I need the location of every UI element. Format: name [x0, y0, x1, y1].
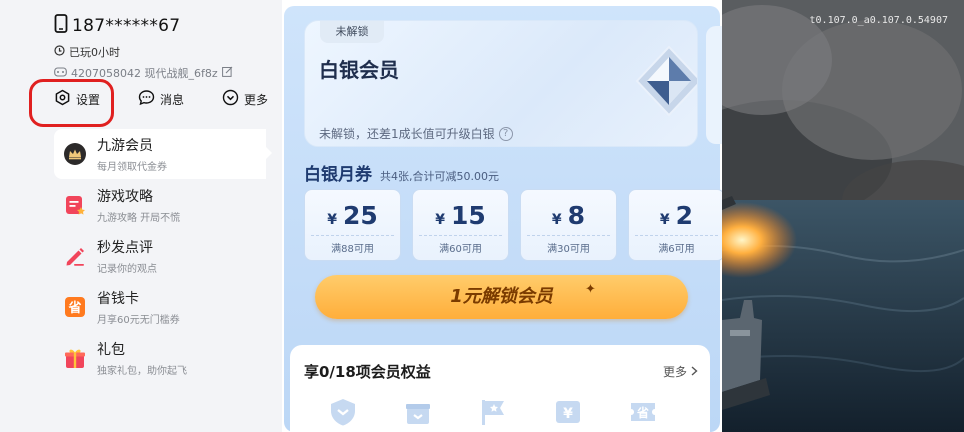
coupon-amount: 15 [450, 201, 486, 230]
coupon-header: 白银月券 共4张,合计可减50.00元 [304, 160, 499, 185]
membership-panel: 未解锁 白银会员 未解锁，还差1成长值可升级白银 ? 白银月券 共4张,合计可减… [282, 0, 722, 432]
benefits-more-link[interactable]: 更多 [663, 363, 698, 380]
gift-box-benefit-icon[interactable] [403, 397, 433, 427]
pen-icon [63, 244, 87, 268]
menu-item-gift-pack[interactable]: 礼包 独家礼包，助你起飞 [54, 333, 266, 383]
phone-icon [54, 14, 68, 37]
coupon-divider [419, 235, 502, 236]
menu-subtitle: 每月领取代金券 [97, 162, 167, 173]
currency-symbol: ¥ [551, 212, 562, 228]
benefits-more-label: 更多 [662, 365, 687, 379]
settings-highlight-ring [29, 79, 114, 127]
next-card-peek [706, 26, 722, 144]
coupon-summary: 共4张,合计可减50.00元 [380, 170, 499, 183]
upgrade-note: 未解锁，还差1成长值可升级白银 ? [319, 125, 513, 142]
menu-item-game-guide[interactable]: 游戏攻略 九游攻略 开局不慌 [54, 180, 266, 230]
more-label: 更多 [243, 92, 268, 107]
menu-item-saving-card[interactable]: 省 省钱卡 月享60元无门槛券 [54, 282, 266, 332]
coupon-condition: 满60可用 [439, 244, 482, 255]
flag-star-benefit-icon[interactable] [478, 397, 508, 427]
crown-icon [63, 142, 87, 166]
currency-symbol: ¥ [435, 212, 445, 228]
svg-text:省: 省 [67, 300, 81, 316]
sparkle-icon: ✦ [585, 282, 596, 297]
coupon-amount: 25 [342, 201, 378, 230]
benefits-title: 享0/18项会员权益 [304, 363, 431, 381]
currency-symbol: ¥ [327, 212, 337, 228]
unlock-membership-button[interactable]: 1元解锁会员 ✦ [315, 275, 688, 319]
saving-ticket-benefit-icon[interactable]: 省 [628, 397, 658, 427]
menu-subtitle: 记录你的观点 [97, 264, 157, 275]
battleship-scene-image [722, 0, 964, 432]
coupon-amount: 8 [567, 201, 586, 230]
menu-subtitle: 月享60元无门槛券 [97, 315, 180, 326]
game-scene: t0.107.0_a0.107.0.54907 [722, 0, 964, 432]
menu-title: 礼包 [97, 342, 125, 358]
coupon-card[interactable]: ¥8 满30可用 [520, 189, 617, 261]
silver-membership-card[interactable]: 未解锁 白银会员 未解锁，还差1成长值可升级白银 ? [304, 20, 698, 147]
version-label: t0.107.0_a0.107.0.54907 [809, 15, 948, 26]
played-time: 已玩0小时 [69, 46, 120, 59]
message-icon [138, 89, 155, 109]
membership-level-title: 白银会员 [319, 58, 399, 82]
upgrade-note-text: 未解锁，还差1成长值可升级白银 [319, 127, 495, 141]
coupon-condition: 满88可用 [331, 244, 374, 255]
coupon-card[interactable]: ¥25 满88可用 [304, 189, 401, 261]
user-info: 187******67 已玩0小时 4207058042 现代战舰_6f8z [54, 14, 233, 81]
gamepad-icon [54, 66, 67, 80]
menu-subtitle: 九游攻略 开局不慌 [97, 213, 181, 224]
coupon-card[interactable]: ¥15 满60可用 [412, 189, 509, 261]
chevron-down-circle-icon [222, 89, 239, 109]
menu-item-membership[interactable]: 九游会员 每月领取代金券 [54, 129, 272, 179]
coupon-amount: 2 [675, 201, 694, 230]
menu-item-quick-review[interactable]: 秒发点评 记录你的观点 [54, 231, 266, 281]
gift-icon [63, 346, 87, 370]
coupon-divider [527, 235, 610, 236]
coupon-card[interactable]: ¥2 满6可用 [628, 189, 722, 261]
shield-benefit-icon[interactable] [328, 397, 358, 427]
coupon-divider [311, 235, 394, 236]
help-icon[interactable]: ? [498, 126, 513, 141]
coupon-condition: 满6可用 [658, 244, 695, 255]
more-button[interactable]: 更多 [222, 89, 268, 109]
currency-symbol: ¥ [659, 212, 670, 228]
edit-icon[interactable] [221, 66, 233, 80]
coupon-condition: 满30可用 [547, 244, 590, 255]
menu-title: 游戏攻略 [97, 189, 153, 205]
benefits-card: 享0/18项会员权益 更多 ¥ 省 [290, 345, 710, 432]
clock-icon [54, 45, 65, 59]
svg-text:¥: ¥ [563, 406, 573, 422]
menu-title: 九游会员 [97, 138, 153, 154]
phone-number: 187******67 [72, 15, 181, 36]
account-panel: 187******67 已玩0小时 4207058042 现代战舰_6f8z 设… [0, 0, 282, 432]
messages-label: 消息 [159, 92, 184, 107]
menu-subtitle: 独家礼包，助你起飞 [97, 366, 187, 377]
unlock-button-label: 1元解锁会员 [450, 286, 553, 307]
guide-icon [63, 193, 87, 217]
chevron-right-icon [691, 365, 698, 379]
coupon-title: 白银月券 [304, 165, 372, 185]
locked-tag: 未解锁 [320, 21, 384, 43]
messages-button[interactable]: 消息 [138, 89, 184, 109]
svg-text:省: 省 [636, 405, 649, 420]
saving-card-icon: 省 [63, 295, 87, 319]
coupon-divider [635, 235, 718, 236]
menu-title: 省钱卡 [97, 291, 139, 307]
menu-title: 秒发点评 [97, 240, 153, 256]
silver-diamond-icon [635, 45, 697, 117]
yuan-ticket-benefit-icon[interactable]: ¥ [553, 397, 583, 427]
